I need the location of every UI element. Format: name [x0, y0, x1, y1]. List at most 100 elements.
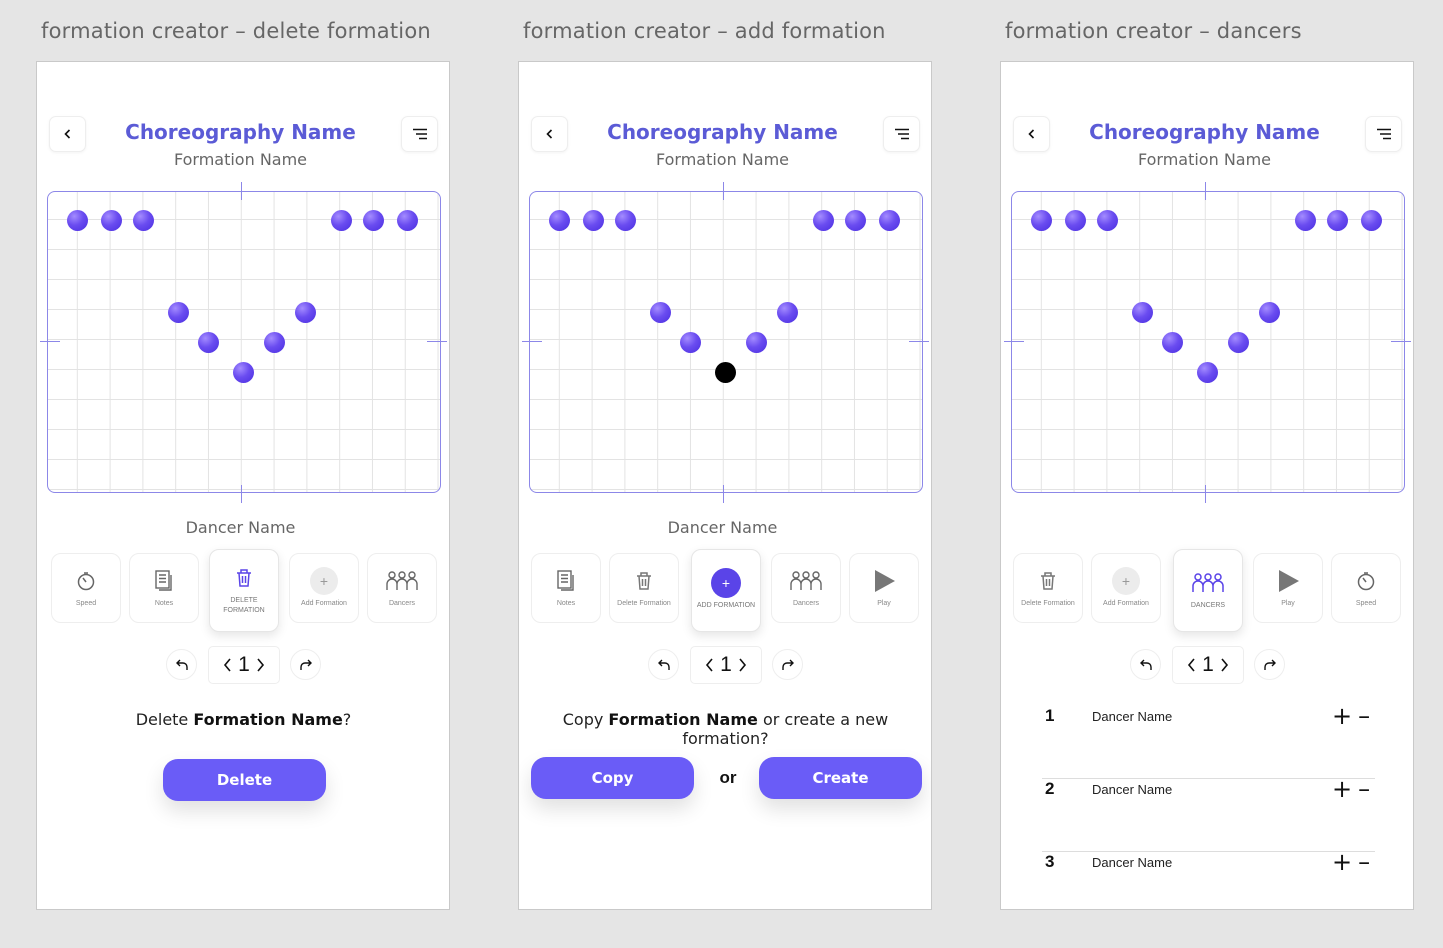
minus-icon[interactable]: –: [1358, 775, 1376, 803]
dancer-dot[interactable]: [1097, 210, 1118, 231]
tool-dancers[interactable]: Dancers: [367, 553, 437, 623]
selected-dancer-dot[interactable]: [715, 362, 736, 383]
chevron-left-icon[interactable]: [223, 657, 233, 673]
dancer-dot[interactable]: [198, 332, 219, 353]
dancer-dot[interactable]: [101, 210, 122, 231]
dancer-dot[interactable]: [879, 210, 900, 231]
choreography-title: Choreography Name: [125, 120, 356, 144]
dancer-dot[interactable]: [1327, 210, 1348, 231]
dancer-dot[interactable]: [295, 302, 316, 323]
dancer-dot[interactable]: [680, 332, 701, 353]
chevron-left-icon[interactable]: [705, 657, 715, 673]
tool-add-formation[interactable]: + Add Formation: [1091, 553, 1161, 623]
dancer-dot[interactable]: [549, 210, 570, 231]
dancer-name[interactable]: Dancer Name: [1092, 782, 1172, 797]
dancer-controls: +–: [1332, 848, 1376, 876]
stage-grid[interactable]: [529, 191, 923, 493]
dancer-dot[interactable]: [1361, 210, 1382, 231]
tool-delete-formation[interactable]: Delete Formation: [1013, 553, 1083, 623]
undo-button[interactable]: [648, 649, 679, 680]
chevron-left-icon[interactable]: [1187, 657, 1197, 673]
tool-dancers[interactable]: Dancers: [771, 553, 841, 623]
chevron-right-icon[interactable]: [255, 657, 265, 673]
dancer-name[interactable]: Dancer Name: [1092, 709, 1172, 724]
tool-play[interactable]: Play: [849, 553, 919, 623]
chevron-right-icon[interactable]: [1219, 657, 1229, 673]
dancer-dot[interactable]: [813, 210, 834, 231]
plus-icon[interactable]: +: [1332, 775, 1358, 803]
tool-notes[interactable]: Notes: [129, 553, 199, 623]
tool-play[interactable]: Play: [1253, 553, 1323, 623]
dancer-dot[interactable]: [1065, 210, 1086, 231]
menu-button[interactable]: [401, 116, 438, 152]
tool-delete-formation[interactable]: Delete Formation: [609, 553, 679, 623]
dancer-dot[interactable]: [1197, 362, 1218, 383]
formation-pager: 1: [208, 646, 280, 684]
dancer-dot[interactable]: [133, 210, 154, 231]
stage-tick: [241, 182, 242, 200]
chevron-right-icon[interactable]: [737, 657, 747, 673]
stage-tick: [1205, 485, 1206, 503]
dancer-dot[interactable]: [1259, 302, 1280, 323]
create-button[interactable]: Create: [759, 757, 922, 799]
tool-add-formation[interactable]: + ADD FORMATION: [691, 549, 761, 632]
delete-button[interactable]: Delete: [163, 759, 326, 801]
tool-label: Speed: [1355, 599, 1377, 607]
dancer-dot[interactable]: [650, 302, 671, 323]
dancer-name[interactable]: Dancer Name: [1092, 855, 1172, 870]
stage-grid[interactable]: [1011, 191, 1405, 493]
minus-icon[interactable]: –: [1358, 702, 1376, 730]
undo-icon: [657, 659, 670, 670]
redo-button[interactable]: [1254, 649, 1285, 680]
redo-button[interactable]: [290, 649, 321, 680]
redo-button[interactable]: [772, 649, 803, 680]
formation-title: Formation Name: [1137, 150, 1272, 169]
stage-tick: [522, 341, 542, 342]
dancer-dot[interactable]: [397, 210, 418, 231]
dancer-dot[interactable]: [1132, 302, 1153, 323]
tool-label: DELETE FORMATION: [223, 597, 265, 614]
dancer-dot[interactable]: [67, 210, 88, 231]
dancer-controls: +–: [1332, 775, 1376, 803]
tool-speed[interactable]: Speed: [1331, 553, 1401, 623]
undo-button[interactable]: [1130, 649, 1161, 680]
tool-dancers[interactable]: DANCERS: [1173, 549, 1243, 632]
play-icon: [1279, 569, 1299, 592]
tool-label: Delete Formation: [617, 599, 671, 607]
minus-icon[interactable]: –: [1358, 848, 1376, 876]
dancer-controls: +–: [1332, 702, 1376, 730]
dancer-dot[interactable]: [1031, 210, 1052, 231]
formation-title: Formation Name: [173, 150, 308, 169]
dancer-row: 1 Dancer Name +–: [1042, 702, 1375, 779]
tool-label: Notes: [154, 599, 174, 607]
screen-delete-formation: Choreography Name Formation Name Dancer …: [36, 61, 450, 910]
tool-speed[interactable]: Speed: [51, 553, 121, 623]
menu-button[interactable]: [1365, 116, 1402, 152]
dancer-dot[interactable]: [746, 332, 767, 353]
tool-notes[interactable]: Notes: [531, 553, 601, 623]
dancer-dot[interactable]: [233, 362, 254, 383]
dancer-dot[interactable]: [845, 210, 866, 231]
dancer-dot[interactable]: [168, 302, 189, 323]
tool-delete-formation[interactable]: DELETE FORMATION: [209, 549, 279, 632]
dancer-dot[interactable]: [1295, 210, 1316, 231]
stage-tick: [723, 485, 724, 503]
formation-pager: 1: [690, 646, 762, 684]
dancer-dot[interactable]: [615, 210, 636, 231]
tool-add-formation[interactable]: + Add Formation: [289, 553, 359, 623]
dancer-dot[interactable]: [363, 210, 384, 231]
copy-button[interactable]: Copy: [531, 757, 694, 799]
dancer-dot[interactable]: [331, 210, 352, 231]
dancer-dot[interactable]: [777, 302, 798, 323]
dancer-dot[interactable]: [264, 332, 285, 353]
undo-button[interactable]: [166, 649, 197, 680]
dancer-dot[interactable]: [1162, 332, 1183, 353]
tool-label: Play: [1281, 599, 1295, 607]
plus-icon[interactable]: +: [1332, 848, 1358, 876]
dancer-dot[interactable]: [583, 210, 604, 231]
dancer-dot[interactable]: [1228, 332, 1249, 353]
plus-icon: +: [711, 568, 741, 598]
plus-icon[interactable]: +: [1332, 702, 1358, 730]
menu-button[interactable]: [883, 116, 920, 152]
stage-grid[interactable]: [47, 191, 441, 493]
